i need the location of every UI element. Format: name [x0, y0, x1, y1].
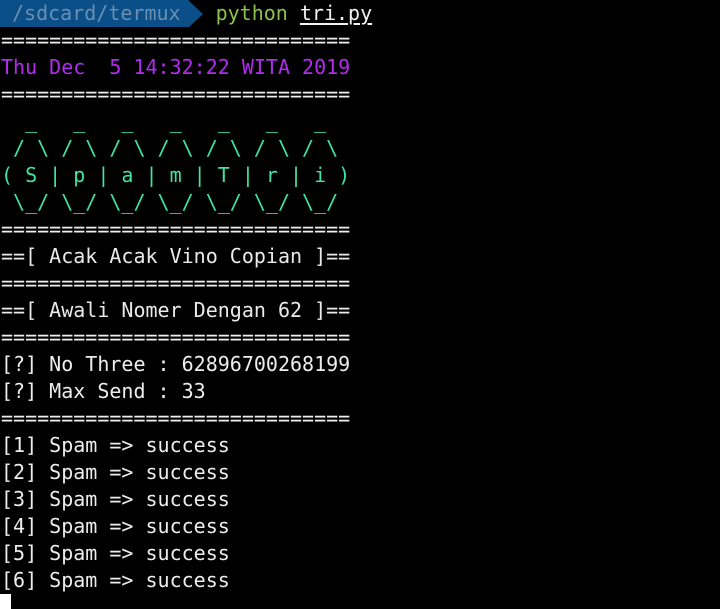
text-cursor[interactable]	[0, 594, 11, 609]
result-line: [4] Spam => success	[1, 514, 230, 538]
ascii-banner-line: _ _ _ _ _ _ _	[1, 109, 351, 133]
shell-prompt: /sdcard/termux python tri.py	[0, 0, 372, 27]
terminal-output: ============================= Thu Dec 5 …	[1, 27, 350, 594]
prompt-path: /sdcard/termux	[0, 0, 189, 27]
prompt-arrow-icon	[188, 0, 203, 27]
result-line: [5] Spam => success	[1, 541, 230, 565]
separator-line: =============================	[1, 82, 351, 106]
ascii-banner-line: / \ / \ / \ / \ / \ / \ / \	[1, 136, 351, 160]
result-line: [2] Spam => success	[1, 460, 230, 484]
subtitle-line: ==[ Awali Nomer Dengan 62 ]==	[1, 298, 351, 322]
prompt-argument: tri.py	[299, 1, 373, 25]
prompt-command: python	[215, 1, 288, 25]
separator-line: =============================	[1, 271, 351, 295]
separator-line: =============================	[1, 28, 351, 52]
info-number-line: [?] No Three : 62896700268199	[1, 352, 351, 376]
separator-line: =============================	[1, 325, 351, 349]
separator-line: =============================	[1, 217, 351, 241]
result-line: [3] Spam => success	[1, 487, 230, 511]
info-max-send-line: [?] Max Send : 33	[1, 379, 206, 403]
title-line: ==[ Acak Acak Vino Copian ]==	[1, 244, 351, 268]
ascii-banner-line: \_/ \_/ \_/ \_/ \_/ \_/ \_/	[1, 190, 351, 214]
separator-line: =============================	[1, 406, 351, 430]
ascii-banner-line: ( S | p | a | m | T | r | i )	[1, 163, 351, 187]
result-line: [1] Spam => success	[1, 433, 230, 457]
terminal-window[interactable]: /sdcard/termux python tri.py ===========…	[0, 0, 720, 609]
result-line: [6] Spam => success	[1, 568, 230, 592]
date-line: Thu Dec 5 14:32:22 WITA 2019	[1, 55, 351, 79]
